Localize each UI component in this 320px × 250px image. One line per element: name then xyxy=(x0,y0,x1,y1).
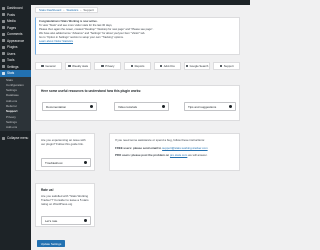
video-icon xyxy=(162,105,165,108)
pro-users-line: PRO users: please post the problem on pr… xyxy=(115,153,234,157)
lightbulb-icon xyxy=(229,105,232,108)
resources-title: Here some useful resources to understand… xyxy=(41,89,142,93)
document-icon xyxy=(90,105,93,108)
pro-users-text: PRO users: please post the problem on xyxy=(115,153,170,158)
breadcrumb-current: Support xyxy=(83,8,94,12)
tab-label: Support xyxy=(223,64,234,68)
rate-button[interactable]: Let's rate xyxy=(41,216,91,225)
add-ons-icon xyxy=(159,64,163,68)
tab-label: General xyxy=(45,64,56,68)
tab-label: Privacy xyxy=(105,64,115,68)
video-tutorials-button[interactable]: Video tutorials xyxy=(114,102,169,111)
google-icon xyxy=(185,64,189,68)
comments-icon xyxy=(2,32,5,36)
free-users-line: FREE users: please send email to support… xyxy=(115,146,234,150)
troubleshoot-text: Are you experiencing an issue with our p… xyxy=(41,138,86,147)
help-card: If you need some assistance or spend a b… xyxy=(109,133,240,171)
tab-reports[interactable]: Reports xyxy=(124,62,151,70)
plugins-icon xyxy=(2,45,5,49)
button-label: Troubleshoot xyxy=(45,160,63,165)
tab-google-search[interactable]: Google Search xyxy=(183,62,211,70)
star-icon xyxy=(84,219,87,222)
media-icon xyxy=(2,19,5,23)
breadcrumb-separator: › xyxy=(80,8,82,12)
posts-icon xyxy=(2,13,5,17)
settings-tabs: General Weekly stats Privacy Reports Add… xyxy=(35,62,241,70)
tab-label: Weekly stats xyxy=(72,64,88,68)
settings-icon xyxy=(2,65,5,69)
appearance-icon xyxy=(2,39,5,43)
tools-icon xyxy=(2,58,5,62)
tab-label: Reports xyxy=(134,64,145,68)
reports-icon xyxy=(130,64,134,68)
activation-notice: Congratulations! Stats Working is now ac… xyxy=(35,17,240,55)
breadcrumb: Stats Dashboard › Statistics › Support xyxy=(35,7,98,13)
pages-icon xyxy=(2,26,5,30)
tab-privacy[interactable]: Privacy xyxy=(94,62,122,70)
troubleshoot-button[interactable]: Troubleshoot xyxy=(41,158,91,167)
support-email-link[interactable]: support@stats-working-tracker.com xyxy=(162,146,208,150)
documentation-button[interactable]: Documentation xyxy=(42,102,97,111)
main-content: Stats Dashboard › Statistics › Support C… xyxy=(31,5,250,250)
collapse-menu-button[interactable]: Collapse menu xyxy=(0,135,31,142)
tab-add-ons[interactable]: Add-Ons xyxy=(153,62,181,70)
rate-text: Are you satisfied with "Stats Working Tr… xyxy=(41,194,89,207)
calendar-icon xyxy=(68,64,71,68)
breadcrumb-separator: › xyxy=(63,8,65,12)
tab-support[interactable]: Support xyxy=(213,62,241,70)
update-settings-button[interactable]: Update Settings xyxy=(37,240,65,247)
rate-title: Rate us! xyxy=(41,188,54,192)
users-icon xyxy=(2,52,5,56)
admin-sidebar: Dashboard Posts Media Pages Comments App… xyxy=(0,5,31,250)
button-label: Tips and suggestions xyxy=(188,104,217,109)
button-label: Let's rate xyxy=(45,218,58,223)
help-intro: If you need some assistance or spend a b… xyxy=(115,138,205,142)
tab-general[interactable]: General xyxy=(35,62,62,70)
tips-button[interactable]: Tips and suggestions xyxy=(184,102,236,111)
button-label: Video tutorials xyxy=(118,104,137,109)
menu-label: Stats xyxy=(7,71,15,75)
rate-card: Rate us! Are you satisfied with "Stats W… xyxy=(35,183,95,227)
support-icon xyxy=(219,64,223,68)
privacy-icon xyxy=(101,64,104,68)
pro-suffix: we will answer. xyxy=(188,153,208,158)
dashboard-icon xyxy=(2,6,5,10)
submenu-item[interactable]: Add-ons xyxy=(0,125,31,130)
tab-label: Add-Ons xyxy=(163,64,175,68)
breadcrumb-parent[interactable]: Statistics xyxy=(66,8,78,12)
resources-card: Here some useful resources to understand… xyxy=(35,85,240,121)
stats-submenu: Stats Configuration Settings Database Ad… xyxy=(0,76,31,132)
collapse-icon xyxy=(2,137,5,141)
collapse-label: Collapse menu xyxy=(7,136,29,141)
breadcrumb-home[interactable]: Stats Dashboard xyxy=(39,8,61,12)
wrench-icon xyxy=(84,161,87,164)
stats-icon xyxy=(2,71,5,75)
tab-label: Google Search xyxy=(189,64,209,68)
troubleshoot-card: Are you experiencing an issue with our p… xyxy=(35,133,95,171)
free-users-text: FREE users: please send email to xyxy=(115,146,162,151)
pro-link[interactable]: pro.stats.com xyxy=(170,153,187,157)
button-label: Documentation xyxy=(46,104,67,109)
general-icon xyxy=(41,64,44,68)
tab-weekly-stats[interactable]: Weekly stats xyxy=(64,62,92,70)
notice-link[interactable]: Learn about Visitor Statistics xyxy=(39,40,73,43)
